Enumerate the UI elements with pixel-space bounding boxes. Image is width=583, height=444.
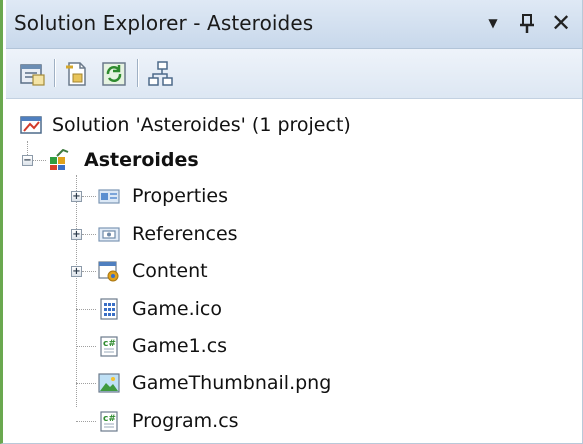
project-label: Asteroides bbox=[84, 149, 199, 171]
image-file-icon bbox=[98, 372, 120, 394]
content-expand-toggle[interactable]: + bbox=[71, 266, 82, 277]
tree-item-label: Game1.cs bbox=[132, 335, 228, 357]
tree-item-label: GameThumbnail.png bbox=[132, 372, 332, 394]
properties-expand-toggle[interactable]: + bbox=[71, 191, 82, 202]
solution-explorer-window: Solution Explorer - Asteroides ▼ ✕ Solut… bbox=[0, 0, 583, 444]
tree-connector bbox=[76, 309, 96, 310]
tree-connector bbox=[82, 196, 96, 197]
solution-tree: Solution 'Asteroides' (1 project) − Aste… bbox=[6, 99, 582, 443]
auto-hide-pin-button[interactable] bbox=[514, 9, 540, 37]
tree-item-label: Content bbox=[132, 260, 208, 282]
solution-explorer-toolbar bbox=[6, 49, 582, 99]
close-button[interactable]: ✕ bbox=[548, 9, 574, 37]
pin-icon bbox=[520, 14, 534, 33]
tree-connector bbox=[76, 346, 96, 347]
solution-label: Solution 'Asteroides' (1 project) bbox=[52, 114, 351, 136]
references-folder-icon bbox=[98, 223, 120, 245]
svg-text:c#: c# bbox=[103, 339, 116, 349]
expand-icon: + bbox=[72, 191, 81, 202]
tree-item-label: Program.cs bbox=[132, 410, 239, 432]
toolbar-separator bbox=[137, 59, 138, 87]
references-expand-toggle[interactable]: + bbox=[71, 229, 82, 240]
view-class-diagram-button[interactable] bbox=[146, 60, 174, 88]
content-project-icon bbox=[98, 260, 120, 282]
toolbar-separator bbox=[54, 59, 55, 87]
class-diagram-icon bbox=[148, 61, 173, 86]
tree-item-references[interactable]: References bbox=[98, 217, 298, 251]
xna-project-icon bbox=[48, 149, 70, 171]
expand-icon: + bbox=[72, 266, 81, 277]
tree-connector bbox=[82, 234, 96, 235]
tree-item-game-ico[interactable]: Game.ico bbox=[98, 292, 298, 326]
refresh-button[interactable] bbox=[100, 60, 128, 88]
collapse-icon: − bbox=[23, 155, 32, 166]
csharp-file-icon: c# bbox=[98, 335, 120, 357]
refresh-icon bbox=[102, 62, 126, 86]
tree-item-label: Properties bbox=[132, 185, 229, 207]
project-collapse-toggle[interactable]: − bbox=[22, 155, 33, 166]
ico-file-icon bbox=[98, 298, 120, 320]
properties-button[interactable] bbox=[18, 60, 46, 88]
show-all-files-icon bbox=[66, 62, 86, 86]
properties-icon bbox=[20, 64, 45, 86]
tree-item-game1-cs[interactable]: c# Game1.cs bbox=[98, 329, 298, 363]
window-position-dropdown[interactable]: ▼ bbox=[480, 9, 506, 37]
solution-node[interactable]: Solution 'Asteroides' (1 project) bbox=[16, 108, 416, 142]
expand-icon: + bbox=[72, 229, 81, 240]
tree-item-program-cs[interactable]: c# Program.cs bbox=[98, 404, 298, 438]
tree-item-gamethumbnail-png[interactable]: GameThumbnail.png bbox=[98, 366, 358, 400]
tree-item-properties[interactable]: Properties bbox=[98, 179, 298, 213]
tree-connector bbox=[76, 175, 77, 407]
properties-folder-icon bbox=[98, 185, 120, 207]
window-title: Solution Explorer - Asteroides bbox=[14, 11, 314, 35]
tree-connector bbox=[76, 421, 96, 422]
tree-item-label: References bbox=[132, 223, 238, 245]
svg-text:c#: c# bbox=[103, 414, 116, 424]
title-bar: Solution Explorer - Asteroides ▼ ✕ bbox=[6, 0, 582, 49]
tree-item-content[interactable]: Content bbox=[98, 254, 298, 288]
solution-icon bbox=[20, 114, 42, 136]
project-node[interactable]: Asteroides bbox=[44, 143, 304, 177]
tree-connector bbox=[82, 271, 96, 272]
csharp-file-icon: c# bbox=[98, 410, 120, 432]
show-all-files-button[interactable] bbox=[63, 60, 91, 88]
tree-item-label: Game.ico bbox=[132, 298, 222, 320]
tree-connector bbox=[76, 383, 96, 384]
